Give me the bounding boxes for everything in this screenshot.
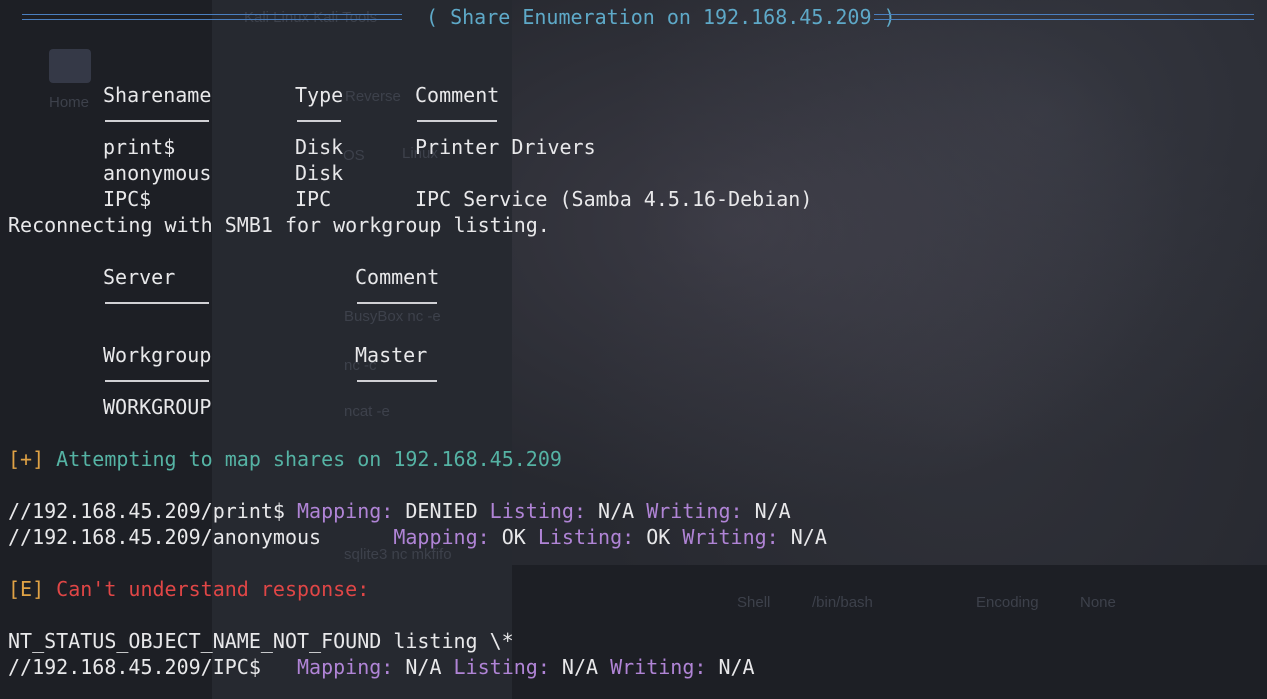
share-header-name: Sharename <box>103 83 212 107</box>
attempt-ip: 192.168.45.209 <box>393 447 562 471</box>
workgroup-header-name: Workgroup <box>103 343 212 367</box>
banner-title: ( Share Enumeration on 192.168.45.209 ) <box>426 5 896 29</box>
share-header-underline <box>417 120 497 122</box>
listing-value: N/A <box>598 499 635 523</box>
listing-value: N/A <box>561 655 599 679</box>
share-type: IPC <box>295 187 332 211</box>
writing-value: N/A <box>718 655 755 679</box>
writing-value: N/A <box>790 525 827 549</box>
workgroup-header-master: Master <box>355 343 428 367</box>
share-comment: Printer Drivers <box>415 135 596 159</box>
share-header-type: Type <box>295 83 344 107</box>
share-name: print$ <box>103 135 176 159</box>
share-type: Disk <box>295 161 344 185</box>
mapping-label: Mapping: <box>297 499 394 523</box>
workgroup-name: WORKGROUP <box>103 395 212 419</box>
server-header-underline <box>357 302 437 304</box>
banner-rule-left <box>22 14 402 20</box>
error-prefix: [E] <box>8 577 45 601</box>
error-line: [E] Can't understand response: <box>8 576 369 602</box>
share-comment: IPC Service (Samba 4.5.16-Debian) <box>415 187 813 211</box>
share-header-comment: Comment <box>415 83 500 107</box>
writing-label: Writing: <box>610 655 707 679</box>
server-header-comment: Comment <box>355 265 440 289</box>
share-type: Disk <box>295 135 344 159</box>
listing-label: Listing: <box>453 655 550 679</box>
mapping-line: //192.168.45.209/anonymous Mapping: OK L… <box>8 524 827 550</box>
listing-value: OK <box>646 525 671 549</box>
mapping-line: //192.168.45.209/print$ Mapping: DENIED … <box>8 498 791 524</box>
mapping-value: OK <box>501 525 526 549</box>
share-header-underline <box>105 120 209 122</box>
banner-rule-right <box>874 14 1254 20</box>
nt-status-line: NT_STATUS_OBJECT_NAME_NOT_FOUND listing … <box>8 629 514 653</box>
mapping-line: //192.168.45.209/IPC$ Mapping: N/A Listi… <box>8 654 755 680</box>
listing-label: Listing: <box>537 525 635 549</box>
mapping-label: Mapping: <box>297 655 394 679</box>
section-banner: ( Share Enumeration on 192.168.45.209 ) <box>22 4 1254 30</box>
share-name: IPC$ <box>103 187 152 211</box>
attempt-text: Attempting to map shares on <box>56 447 382 471</box>
reconnect-message: Reconnecting with SMB1 for workgroup lis… <box>8 213 550 237</box>
writing-label: Writing: <box>682 525 779 549</box>
terminal-output[interactable]: ( Share Enumeration on 192.168.45.209 ) … <box>0 0 1267 699</box>
writing-value: N/A <box>754 499 791 523</box>
mapping-label: Mapping: <box>393 525 490 549</box>
share-path: //192.168.45.209/print$ <box>8 499 285 523</box>
attempt-line: [+] Attempting to map shares on 192.168.… <box>8 446 562 472</box>
listing-label: Listing: <box>489 499 586 523</box>
share-header-underline <box>297 120 341 122</box>
server-header-underline <box>105 302 209 304</box>
workgroup-header-underline <box>105 380 209 382</box>
writing-label: Writing: <box>646 499 743 523</box>
share-path: //192.168.45.209/anonymous <box>8 525 322 549</box>
mapping-value: DENIED <box>405 499 478 523</box>
workgroup-header-underline <box>357 380 437 382</box>
share-path: //192.168.45.209/IPC$ <box>8 655 261 679</box>
server-header-name: Server <box>103 265 176 289</box>
mapping-value: N/A <box>405 655 442 679</box>
share-name: anonymous <box>103 161 212 185</box>
error-text: Can't understand response: <box>56 577 370 601</box>
info-prefix: [+] <box>8 447 45 471</box>
